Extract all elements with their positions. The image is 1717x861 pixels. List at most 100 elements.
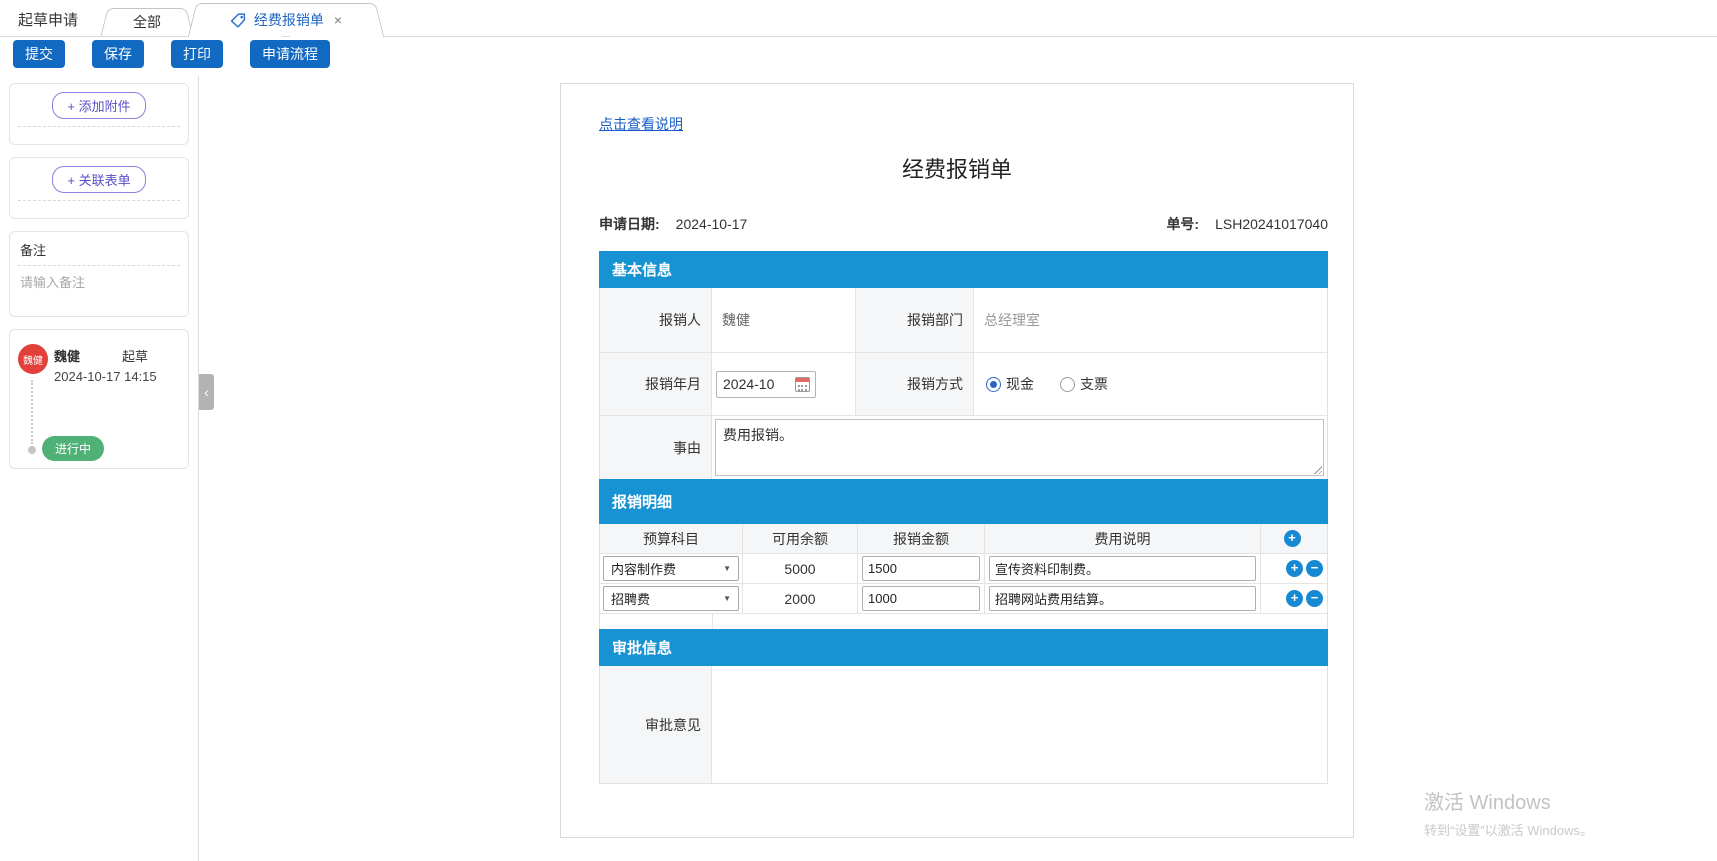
detail-header-row: 预算科目 可用余额 报销金额 费用说明 + xyxy=(600,524,1327,554)
watermark-title: 激活 Windows xyxy=(1424,786,1593,815)
add-row-button[interactable]: + xyxy=(1286,560,1303,577)
serial-number-value: LSH20241017040 xyxy=(1215,216,1328,232)
remove-row-button[interactable]: − xyxy=(1306,590,1323,607)
reason-textarea[interactable]: 费用报销。 xyxy=(715,419,1324,476)
table-row: 事由 费用报销。 xyxy=(600,416,1327,479)
note-card: 备注 xyxy=(9,231,189,317)
tag-icon xyxy=(230,12,247,29)
tab-expense-form[interactable]: 经费报销单 × xyxy=(192,3,380,37)
form-panel: 点击查看说明 经费报销单 申请日期: 2024-10-17 单号: LSH202… xyxy=(560,83,1354,838)
avatar: 魏健 xyxy=(18,344,48,374)
print-button[interactable]: 打印 xyxy=(171,40,223,68)
add-attachment-label: 添加附件 xyxy=(79,99,131,114)
month-input[interactable]: 2024-10 xyxy=(716,371,816,398)
attachment-card: + 添加附件 xyxy=(9,83,189,145)
budget-subject-select[interactable]: 内容制作费 ▼ xyxy=(603,556,739,581)
budget-subject-select[interactable]: 招聘费 ▼ xyxy=(603,586,739,611)
selected-subject: 招聘费 xyxy=(611,589,650,608)
detail-section-header: 报销明细 xyxy=(599,479,1328,524)
windows-activation-watermark: 激活 Windows 转到“设置”以激活 Windows。 xyxy=(1424,786,1593,839)
detail-table: 预算科目 可用余额 报销金额 费用说明 + 内容制作费 ▼ 5000 xyxy=(599,524,1328,630)
close-icon[interactable]: × xyxy=(334,12,342,28)
detail-row: 内容制作费 ▼ 5000 + − xyxy=(600,554,1327,584)
radio-cash[interactable]: 现金 xyxy=(986,374,1034,394)
description-input[interactable] xyxy=(989,556,1256,581)
table-row: 报销年月 2024-10 报销方式 现金 支票 xyxy=(600,353,1327,416)
plus-icon: + xyxy=(67,99,75,114)
tab-active-label: 经费报销单 xyxy=(254,10,324,30)
status-badge: 进行中 xyxy=(42,436,104,461)
empty-row-stub xyxy=(600,614,1327,629)
detail-row: 招聘费 ▼ 2000 + − xyxy=(600,584,1327,614)
available-balance: 2000 xyxy=(742,584,857,613)
table-row: 报销人 魏健 报销部门 总经理室 xyxy=(600,288,1327,353)
radio-cheque[interactable]: 支票 xyxy=(1060,374,1108,394)
approval-opinion-label: 审批意见 xyxy=(600,666,711,783)
department-label: 报销部门 xyxy=(855,288,973,352)
approval-opinion-value[interactable] xyxy=(711,666,1327,783)
pane-title: 起草申请 xyxy=(18,9,78,30)
chevron-left-icon: ‹ xyxy=(204,384,209,400)
tab-all-label: 全部 xyxy=(133,12,161,32)
watermark-subtitle: 转到“设置”以激活 Windows。 xyxy=(1424,820,1593,839)
apply-date-label: 申请日期: xyxy=(599,214,660,234)
approval-table: 审批意见 xyxy=(599,666,1328,784)
add-row-button[interactable]: + xyxy=(1286,590,1303,607)
basic-info-table: 报销人 魏健 报销部门 总经理室 报销年月 2024-10 报销方式 现 xyxy=(599,288,1328,480)
timeline-node-dot xyxy=(28,446,36,454)
plus-icon: + xyxy=(67,173,75,188)
month-value: 2024-10 xyxy=(723,376,774,392)
department-value: 总经理室 xyxy=(973,288,1327,352)
tab-all[interactable]: 全部 xyxy=(104,8,190,36)
calendar-icon[interactable] xyxy=(795,377,810,392)
view-instructions-link[interactable]: 点击查看说明 xyxy=(599,114,683,134)
selected-subject: 内容制作费 xyxy=(611,559,676,578)
radio-cheque-label: 支票 xyxy=(1080,374,1108,394)
sidebar-collapse-handle[interactable]: ‹ xyxy=(199,374,214,410)
method-label: 报销方式 xyxy=(855,353,973,415)
month-label: 报销年月 xyxy=(600,353,711,415)
timeline-timestamp: 2024-10-17 14:15 xyxy=(54,369,188,384)
col-amount: 报销金额 xyxy=(857,524,984,553)
basic-info-header: 基本信息 xyxy=(599,251,1328,288)
submit-button[interactable]: 提交 xyxy=(13,40,65,68)
description-input[interactable] xyxy=(989,586,1256,611)
amount-input[interactable] xyxy=(862,556,980,581)
available-balance: 5000 xyxy=(742,554,857,583)
add-related-form-button[interactable]: + 关联表单 xyxy=(52,166,145,193)
meta-row: 申请日期: 2024-10-17 单号: LSH20241017040 xyxy=(599,214,1328,234)
reimburser-label: 报销人 xyxy=(600,288,711,352)
screen: 起草申请 全部 经费报销单 × 提交 保存 打印 申请流程 + 添加附件 xyxy=(0,0,1717,861)
amount-input[interactable] xyxy=(862,586,980,611)
reimburser-value: 魏健 xyxy=(711,288,855,352)
chevron-down-icon: ▼ xyxy=(723,564,731,573)
col-description: 费用说明 xyxy=(984,524,1260,553)
add-attachment-button[interactable]: + 添加附件 xyxy=(52,92,145,119)
radio-selected-icon xyxy=(986,377,1001,392)
serial-number-label: 单号: xyxy=(1166,214,1199,234)
divider xyxy=(18,265,180,266)
tab-bar: 起草申请 全部 经费报销单 × xyxy=(0,0,1717,37)
timeline-card: 魏健 魏健 起草 2024-10-17 14:15 进行中 xyxy=(9,329,189,469)
apply-date-value: 2024-10-17 xyxy=(676,216,748,232)
sidebar: + 添加附件 + 关联表单 备注 魏健 魏健 起草 2024-10-17 14:… xyxy=(0,76,199,861)
apply-flow-button[interactable]: 申请流程 xyxy=(250,40,330,68)
chevron-down-icon: ▼ xyxy=(723,594,731,603)
add-row-button[interactable]: + xyxy=(1284,530,1301,547)
radio-unselected-icon xyxy=(1060,377,1075,392)
approval-section-header: 审批信息 xyxy=(599,629,1328,666)
toolbar: 提交 保存 打印 申请流程 xyxy=(13,40,330,68)
remove-row-button[interactable]: − xyxy=(1306,560,1323,577)
form-title: 经费报销单 xyxy=(561,152,1353,184)
method-radio-group: 现金 支票 xyxy=(973,353,1327,415)
timeline-action: 起草 xyxy=(122,346,148,365)
timeline-connector xyxy=(31,380,33,444)
related-form-card: + 关联表单 xyxy=(9,157,189,219)
note-title: 备注 xyxy=(10,232,188,265)
add-related-form-label: 关联表单 xyxy=(79,173,131,188)
note-input[interactable] xyxy=(20,272,180,306)
reason-label: 事由 xyxy=(600,416,711,479)
timeline-user-name: 魏健 xyxy=(54,346,80,365)
save-button[interactable]: 保存 xyxy=(92,40,144,68)
table-row: 审批意见 xyxy=(600,666,1327,783)
